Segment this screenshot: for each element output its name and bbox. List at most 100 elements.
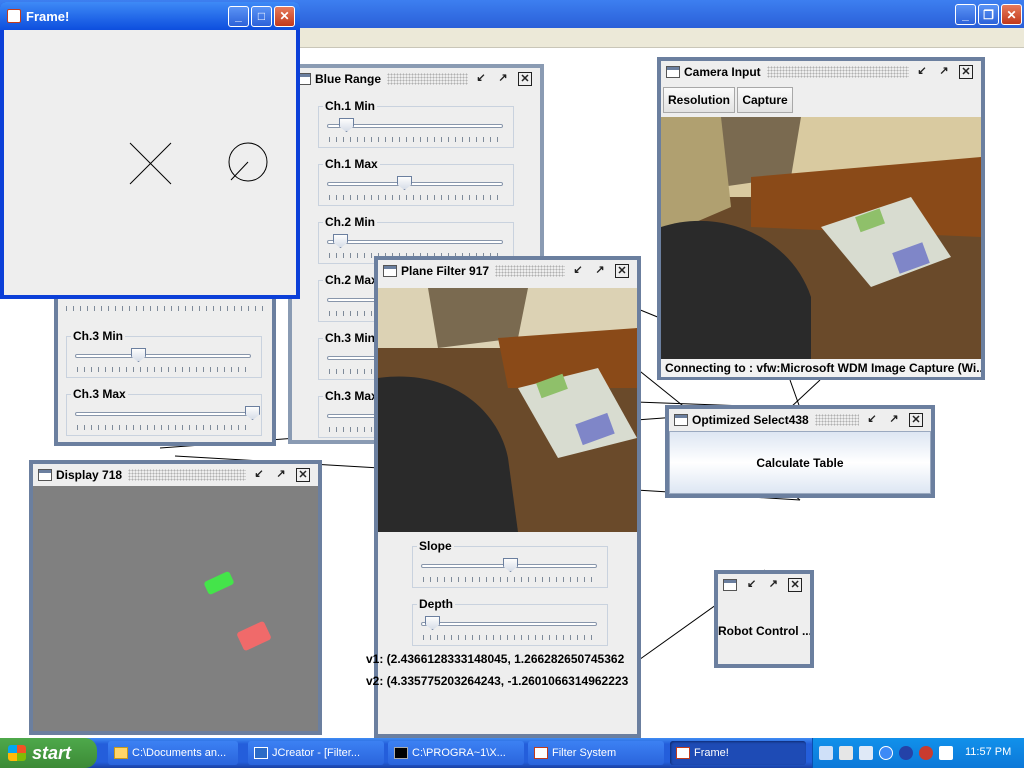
slider-ticks [329, 195, 503, 200]
depth-group: Depth [412, 598, 608, 646]
window-title: Plane Filter 917 [401, 264, 490, 278]
close-icon[interactable]: ✕ [615, 264, 629, 278]
iconify-icon[interactable]: ↙ [745, 578, 759, 592]
window-title: Display 718 [56, 468, 123, 482]
frame-icon [383, 265, 397, 277]
taskbar-item-frame[interactable]: Frame! [670, 741, 806, 765]
java-icon [676, 747, 690, 759]
minimize-icon[interactable]: _ [228, 5, 249, 27]
optimized-select-window[interactable]: Optimized Select438 ↙ ↗ ✕ Calculate Tabl… [665, 405, 935, 498]
bluetooth-icon[interactable] [899, 746, 913, 760]
slider-ticks [423, 577, 597, 582]
windows-logo-icon [8, 745, 26, 761]
java-icon [7, 9, 21, 23]
robot-control-titlebar[interactable]: ↙ ↗ ✕ [718, 574, 810, 596]
volume-icon[interactable] [939, 746, 953, 760]
left-range-window[interactable]: Ch.3 Min Ch.3 Max [54, 290, 276, 446]
maximize-icon[interactable]: ↗ [937, 65, 951, 79]
taskbar-item-label: C:\Documents an... [132, 747, 227, 759]
title-grip [387, 73, 468, 85]
slider-ticks [77, 425, 251, 430]
slider-track [421, 622, 597, 626]
robot-control-window[interactable]: ↙ ↗ ✕ Robot Control ... [714, 570, 814, 668]
slope-slider[interactable] [503, 558, 518, 572]
robot-control-label: Robot Control ... [718, 624, 810, 638]
direction-needle [230, 161, 249, 181]
left-ch3-max-slider[interactable] [245, 406, 260, 420]
camera-video-feed [661, 117, 981, 359]
close-icon[interactable]: ✕ [296, 468, 310, 482]
close-icon[interactable]: ✕ [788, 578, 802, 592]
close-icon[interactable]: ✕ [274, 5, 295, 27]
network-icon[interactable] [859, 746, 873, 760]
maximize-icon[interactable]: □ [251, 5, 272, 27]
maximize-icon[interactable]: ↗ [274, 468, 288, 482]
tray-icons [819, 746, 953, 760]
camera-status: Connecting to : vfw:Microsoft WDM Image … [661, 359, 981, 377]
window-title: Blue Range [315, 72, 382, 86]
slider-label: Ch.3 Max [71, 387, 128, 401]
iconify-icon[interactable]: ↙ [474, 72, 488, 86]
ch1-max-slider[interactable] [397, 176, 412, 190]
chevron-left-icon[interactable] [879, 746, 893, 760]
capture-button[interactable]: Capture [737, 87, 793, 113]
v2-readout: v2: (4.335775203264243, -1.2601066314962… [366, 674, 629, 688]
frame-icon [666, 66, 680, 78]
taskbar-item-label: Filter System [552, 747, 617, 759]
java-icon [534, 747, 548, 759]
iconify-icon[interactable]: ↙ [571, 264, 585, 278]
iconify-icon[interactable]: ↙ [865, 413, 879, 427]
ch1-min-group: Ch.1 Min [318, 100, 514, 148]
camera-input-titlebar[interactable]: Camera Input ↙ ↗ ✕ [661, 61, 981, 83]
plane-filter-window[interactable]: Plane Filter 917 ↙ ↗ ✕ Slope Depth v1: (… [366, 256, 641, 738]
calculate-table-button[interactable]: Calculate Table [669, 431, 931, 494]
frame-titlebar[interactable]: Frame! _ □ ✕ [0, 2, 300, 30]
start-button[interactable]: start [0, 738, 97, 768]
plane-filter-image [378, 288, 637, 532]
maximize-icon[interactable]: ↗ [496, 72, 510, 86]
window-title: Frame! [26, 8, 70, 24]
tool-icon[interactable] [839, 746, 853, 760]
window-title: Camera Input [684, 65, 761, 79]
title-grip [814, 414, 859, 426]
frame-window[interactable]: Frame! _ □ ✕ [0, 2, 300, 299]
frame-icon [674, 414, 688, 426]
java-icon [254, 747, 268, 759]
ch2-min-slider[interactable] [333, 234, 348, 248]
slider-track [327, 182, 503, 186]
frame-drawing [129, 142, 268, 185]
ch1-min-slider[interactable] [339, 118, 354, 132]
taskbar-item-documents[interactable]: C:\Documents an... [108, 741, 238, 765]
maximize-icon[interactable]: ↗ [767, 578, 781, 592]
display-window[interactable]: Display 718 ↙ ↗ ✕ [29, 460, 322, 735]
maximize-icon[interactable]: ↗ [887, 413, 901, 427]
frame-canvas[interactable] [4, 30, 296, 295]
close-icon[interactable]: ✕ [518, 72, 532, 86]
iconify-icon[interactable]: ↙ [252, 468, 266, 482]
depth-slider[interactable] [425, 616, 440, 630]
security-icon[interactable] [919, 746, 933, 760]
display-titlebar[interactable]: Display 718 ↙ ↗ ✕ [33, 464, 318, 486]
display-canvas [33, 486, 318, 731]
camera-image [661, 117, 981, 359]
keyboard-icon[interactable] [819, 746, 833, 760]
system-tray: 11:57 PM [812, 738, 1024, 768]
blue-range-titlebar[interactable]: Blue Range ↙ ↗ ✕ [292, 68, 540, 90]
resolution-button[interactable]: Resolution [663, 87, 735, 113]
folder-icon [114, 747, 128, 759]
slider-ticks [329, 137, 503, 142]
iconify-icon[interactable]: ↙ [915, 65, 929, 79]
camera-input-window[interactable]: Camera Input ↙ ↗ ✕ Resolution Capture Co… [657, 57, 985, 380]
left-ch3-min-slider[interactable] [131, 348, 146, 362]
taskbar-item-console[interactable]: C:\PROGRA~1\X... [388, 741, 524, 765]
clock: 11:57 PM [965, 746, 1012, 758]
maximize-icon[interactable]: ↗ [593, 264, 607, 278]
slider-label: Slope [417, 539, 454, 553]
close-icon[interactable]: ✕ [959, 65, 973, 79]
optimized-select-titlebar[interactable]: Optimized Select438 ↙ ↗ ✕ [669, 409, 931, 431]
close-icon[interactable]: ✕ [909, 413, 923, 427]
left-ch3-max-group: Ch.3 Max [66, 388, 262, 436]
plane-filter-titlebar[interactable]: Plane Filter 917 ↙ ↗ ✕ [378, 260, 637, 282]
taskbar-item-jcreator[interactable]: JCreator - [Filter... [248, 741, 384, 765]
taskbar-item-filter-system[interactable]: Filter System [528, 741, 664, 765]
